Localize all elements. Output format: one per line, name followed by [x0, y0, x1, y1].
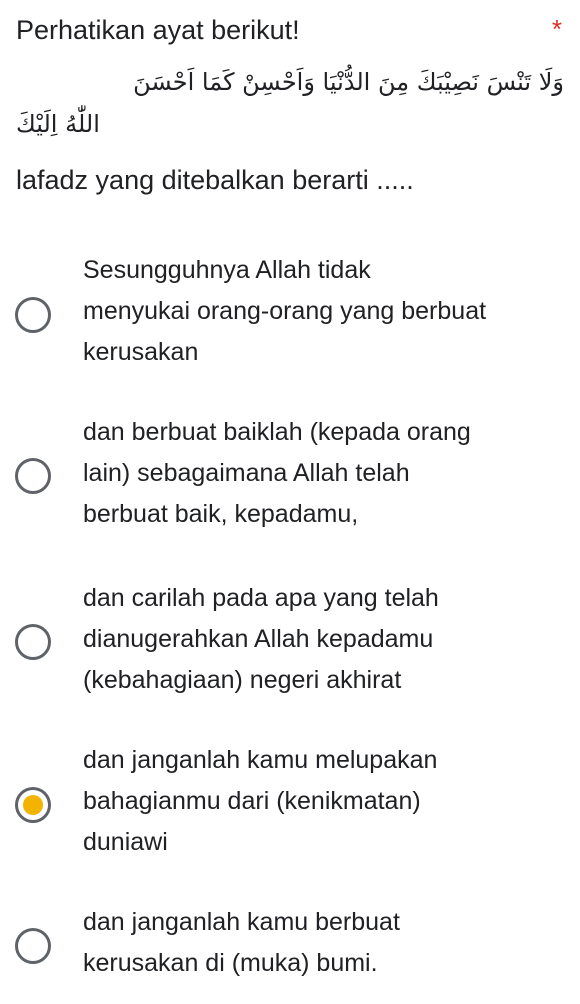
- answer-option[interactable]: dan berbuat baiklah (kepada orang lain) …: [0, 412, 580, 542]
- option-label-line: lain) sebagaimana Allah telah: [83, 459, 410, 487]
- option-label-line: bahagianmu dari (kenikmatan): [83, 787, 421, 815]
- option-label-line: duniawi: [83, 828, 168, 856]
- radio-button[interactable]: [15, 624, 51, 660]
- arabic-verse-line-1: وَلَا تَنْسَ نَصِيْبَكَ مِنَ الدُّنْيَا …: [133, 68, 564, 96]
- option-label-line: kerusakan: [83, 338, 199, 366]
- radio-button[interactable]: [15, 458, 51, 494]
- option-label-line: dan janganlah kamu melupakan: [83, 746, 438, 774]
- option-label-line: dan janganlah kamu berbuat: [83, 908, 400, 936]
- option-label-line: berbuat baik, kepadamu,: [83, 500, 359, 528]
- option-label: dan carilah pada apa yang telah dianuger…: [83, 578, 563, 701]
- answer-option-selected[interactable]: dan janganlah kamu melupakan bahagianmu …: [0, 740, 580, 870]
- answer-option[interactable]: dan carilah pada apa yang telah dianuger…: [0, 578, 580, 708]
- question-card: Perhatikan ayat berikut! * وَلَا تَنْسَ …: [0, 0, 580, 1004]
- option-label-line: (kebahagiaan) negeri akhirat: [83, 666, 402, 694]
- radio-selected-dot: [23, 795, 43, 815]
- question-prompt: lafadz yang ditebalkan berarti .....: [16, 165, 414, 195]
- arabic-verse-line-2: اللّٰهُ اِلَيْكَ: [16, 110, 100, 138]
- option-label-line: menyukai orang-orang yang berbuat: [83, 297, 487, 325]
- radio-button-selected[interactable]: [15, 787, 51, 823]
- answer-option[interactable]: dan janganlah kamu berbuat kerusakan di …: [0, 902, 580, 992]
- radio-button[interactable]: [15, 928, 51, 964]
- option-label-line: dianugerahkan Allah kepadamu: [83, 625, 434, 653]
- option-label-line: dan berbuat baiklah (kepada orang: [83, 418, 471, 446]
- required-asterisk: *: [551, 14, 562, 44]
- option-label-line: dan carilah pada apa yang telah: [83, 584, 439, 612]
- option-label: Sesungguhnya Allah tidak menyukai orang-…: [83, 250, 563, 373]
- radio-button[interactable]: [15, 297, 51, 333]
- option-label: dan janganlah kamu berbuat kerusakan di …: [83, 902, 563, 984]
- option-label-line: kerusakan di (muka) bumi.: [83, 949, 378, 977]
- answer-option[interactable]: Sesungguhnya Allah tidak menyukai orang-…: [0, 248, 580, 378]
- option-label-line: Sesungguhnya Allah tidak: [83, 256, 371, 284]
- option-label: dan berbuat baiklah (kepada orang lain) …: [83, 412, 563, 535]
- question-title: Perhatikan ayat berikut!: [16, 15, 300, 45]
- question-header: Perhatikan ayat berikut! *: [16, 10, 564, 54]
- option-label: dan janganlah kamu melupakan bahagianmu …: [83, 740, 563, 863]
